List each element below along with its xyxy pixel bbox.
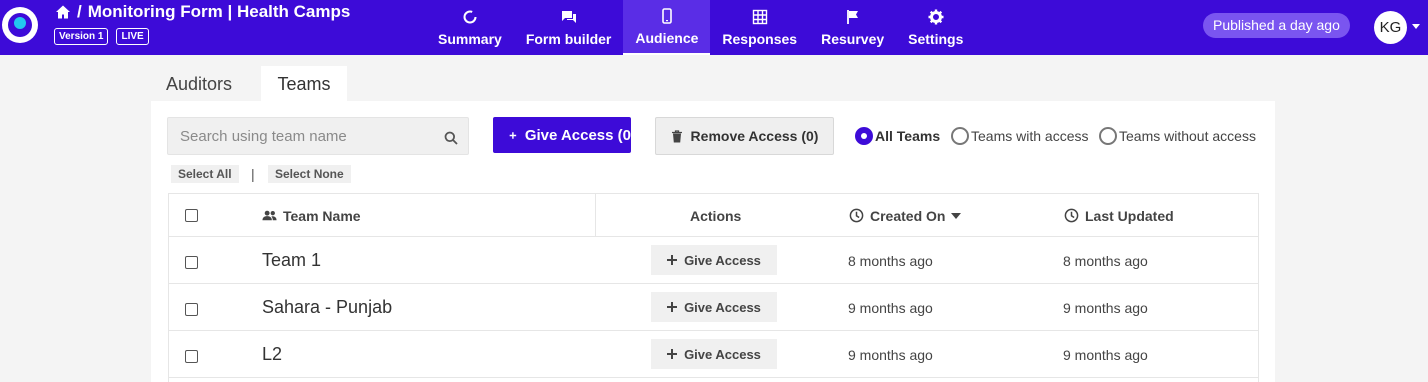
filter-all-teams[interactable]: All Teams bbox=[855, 127, 940, 145]
gear-icon bbox=[928, 9, 944, 24]
nav-settings[interactable]: Settings bbox=[896, 0, 975, 55]
select-none-button[interactable]: Select None bbox=[268, 165, 351, 183]
row-give-access-button[interactable]: Give Access bbox=[651, 245, 777, 275]
row-give-access-label: Give Access bbox=[684, 252, 761, 268]
last-updated-cell: 9 months ago bbox=[1063, 300, 1148, 316]
main-nav: Summary Form builder Audience Responses … bbox=[426, 0, 975, 55]
caret-down-icon[interactable] bbox=[1412, 24, 1420, 29]
trash-icon bbox=[671, 129, 682, 142]
created-on-cell: 8 months ago bbox=[848, 253, 933, 269]
summary-ring-icon bbox=[463, 10, 477, 23]
filter-teams-without-access-label: Teams without access bbox=[1119, 128, 1256, 144]
row-give-access-label: Give Access bbox=[684, 299, 761, 315]
column-header-team-name: Team Name bbox=[262, 194, 361, 237]
team-name-cell: Team 1 bbox=[262, 250, 322, 270]
actions-header-label: Actions bbox=[690, 207, 742, 224]
user-avatar[interactable]: KG bbox=[1374, 11, 1407, 44]
search-icon[interactable] bbox=[444, 131, 458, 145]
filter-teams-with-access[interactable]: Teams with access bbox=[951, 127, 1088, 145]
table-row: L2 Give Access 9 months ago 9 months ago bbox=[169, 330, 1258, 377]
nav-settings-label: Settings bbox=[908, 30, 964, 47]
remove-access-button[interactable]: Remove Access (0) bbox=[655, 117, 834, 155]
row-checkbox[interactable] bbox=[185, 303, 198, 316]
grid-icon bbox=[752, 9, 767, 24]
table-row-partial bbox=[169, 377, 1258, 382]
nav-summary-label: Summary bbox=[438, 30, 502, 47]
form-tags: Version 1 LIVE bbox=[54, 28, 149, 45]
filter-teams-with-access-label: Teams with access bbox=[971, 128, 1089, 144]
clock-icon bbox=[849, 208, 864, 223]
teams-table: Team Name Actions Created On Last Update… bbox=[168, 193, 1259, 382]
nav-summary[interactable]: Summary bbox=[426, 0, 514, 55]
row-give-access-button[interactable]: Give Access bbox=[651, 292, 777, 322]
chat-icon bbox=[561, 10, 576, 23]
flag-icon bbox=[846, 9, 858, 24]
nav-responses[interactable]: Responses bbox=[710, 0, 809, 55]
plus-icon bbox=[509, 131, 517, 139]
plus-icon bbox=[667, 302, 678, 312]
nav-form-builder[interactable]: Form builder bbox=[514, 0, 624, 55]
form-title: Monitoring Form | Health Camps bbox=[87, 2, 351, 21]
clock-icon bbox=[1064, 208, 1079, 223]
plus-icon bbox=[667, 349, 678, 359]
remove-access-label: Remove Access (0) bbox=[690, 128, 819, 144]
row-give-access-label: Give Access bbox=[684, 346, 761, 362]
app-logo[interactable] bbox=[2, 7, 38, 43]
published-status-badge[interactable]: Published a day ago bbox=[1203, 13, 1350, 38]
radio-unselected-icon bbox=[1099, 127, 1117, 145]
column-header-actions: Actions bbox=[690, 194, 741, 237]
nav-audience[interactable]: Audience bbox=[623, 0, 711, 55]
column-header-created-on[interactable]: Created On bbox=[849, 194, 962, 237]
breadcrumb-separator: / bbox=[77, 2, 82, 21]
row-checkbox[interactable] bbox=[185, 350, 198, 363]
nav-form-builder-label: Form builder bbox=[525, 30, 612, 47]
created-on-cell: 9 months ago bbox=[848, 347, 933, 363]
nav-responses-label: Responses bbox=[722, 30, 798, 47]
tab-auditors[interactable]: Auditors bbox=[166, 66, 232, 102]
table-row: Team 1 Give Access 8 months ago 8 months… bbox=[169, 236, 1258, 283]
row-give-access-button[interactable]: Give Access bbox=[651, 339, 777, 369]
row-checkbox[interactable] bbox=[185, 256, 198, 269]
people-icon bbox=[262, 210, 277, 221]
radio-selected-icon bbox=[855, 127, 873, 145]
team-search-input[interactable] bbox=[168, 118, 438, 154]
give-access-button[interactable]: Give Access (0 bbox=[493, 117, 631, 153]
column-divider bbox=[595, 194, 596, 237]
last-updated-header-label: Last Updated bbox=[1085, 207, 1174, 224]
team-name-cell: Sahara - Punjab bbox=[262, 297, 393, 317]
team-search-box bbox=[167, 117, 469, 155]
radio-unselected-icon bbox=[951, 127, 969, 145]
select-all-checkbox[interactable] bbox=[185, 209, 198, 222]
last-updated-cell: 9 months ago bbox=[1063, 347, 1148, 363]
nav-resurvey[interactable]: Resurvey bbox=[809, 0, 896, 55]
table-row: Sahara - Punjab Give Access 9 months ago… bbox=[169, 283, 1258, 330]
top-bar: / Monitoring Form | Health Camps Version… bbox=[0, 0, 1428, 55]
tab-teams[interactable]: Teams bbox=[261, 66, 347, 102]
select-separator: | bbox=[251, 166, 255, 182]
plus-icon bbox=[667, 255, 678, 265]
team-name-cell: L2 bbox=[262, 344, 283, 364]
filter-all-teams-label: All Teams bbox=[875, 128, 941, 144]
phone-icon bbox=[662, 7, 672, 24]
created-on-cell: 9 months ago bbox=[848, 300, 933, 316]
team-name-header-label: Team Name bbox=[283, 207, 361, 224]
nav-resurvey-label: Resurvey bbox=[821, 30, 885, 47]
last-updated-cell: 8 months ago bbox=[1063, 253, 1148, 269]
version-badge[interactable]: Version 1 bbox=[54, 28, 109, 45]
select-all-button[interactable]: Select All bbox=[171, 165, 239, 183]
filter-teams-without-access[interactable]: Teams without access bbox=[1099, 127, 1256, 145]
column-header-last-updated[interactable]: Last Updated bbox=[1064, 194, 1174, 237]
breadcrumb: / Monitoring Form | Health Camps bbox=[55, 2, 350, 22]
live-badge: LIVE bbox=[116, 28, 149, 45]
nav-audience-label: Audience bbox=[635, 29, 699, 46]
sort-desc-icon bbox=[951, 212, 962, 219]
home-icon[interactable] bbox=[55, 4, 71, 20]
created-on-header-label: Created On bbox=[870, 207, 946, 224]
give-access-label: Give Access (0 bbox=[524, 126, 631, 144]
